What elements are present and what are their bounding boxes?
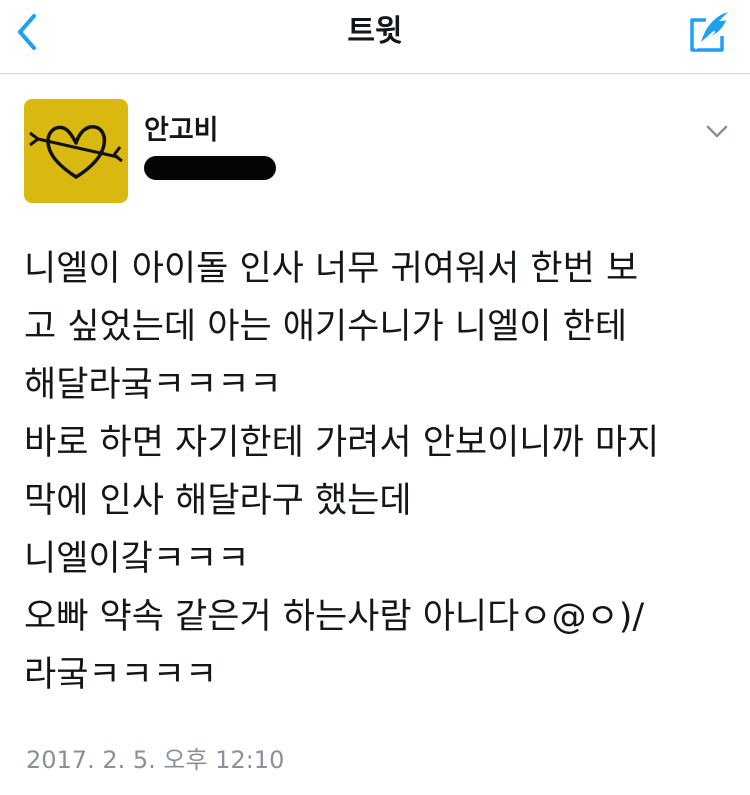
- compose-quill-icon: [690, 12, 728, 52]
- tweet-text-line: 고 싶었는데 아는 애기수니가 니엘이 한테: [24, 307, 628, 347]
- tweet-text-line: 해달라궄ㅋㅋㅋㅋ: [24, 365, 282, 405]
- tweet-timestamp: 2017. 2. 5. 오후 12:10: [26, 746, 285, 774]
- tweet-text-line: 라궄ㅋㅋㅋㅋ: [24, 655, 218, 695]
- tweet-text: 니엘이 아이돌 인사 너무 귀여워서 한번 보 고 싶었는데 아는 애기수니가 …: [24, 240, 724, 704]
- chevron-down-icon: [706, 125, 728, 138]
- redacted-handle: [144, 156, 276, 180]
- compose-tweet-button[interactable]: [684, 8, 734, 58]
- tweet-text-line: 오빠 약속 같은거 하는사람 아니다ㅇ@ㅇ)/: [24, 597, 645, 637]
- page-title: 트윗: [347, 14, 403, 49]
- tweet-text-line: 바로 하면 자기한테 가려서 안보이니까 마지: [24, 423, 660, 463]
- tweet-text-line: 니엘이 아이돌 인사 너무 귀여워서 한번 보: [24, 249, 639, 289]
- tweet-options-button[interactable]: [706, 124, 728, 140]
- tweet-text-line: 막에 인사 해달라구 했는데: [24, 481, 412, 521]
- nav-bar: 트윗: [0, 0, 750, 74]
- tweet-text-line: 니엘이갘ㅋㅋㅋ: [24, 539, 250, 579]
- avatar[interactable]: [24, 99, 128, 203]
- heart-arrow-drawing: [29, 125, 123, 179]
- author-display-name[interactable]: 안고비: [144, 115, 219, 147]
